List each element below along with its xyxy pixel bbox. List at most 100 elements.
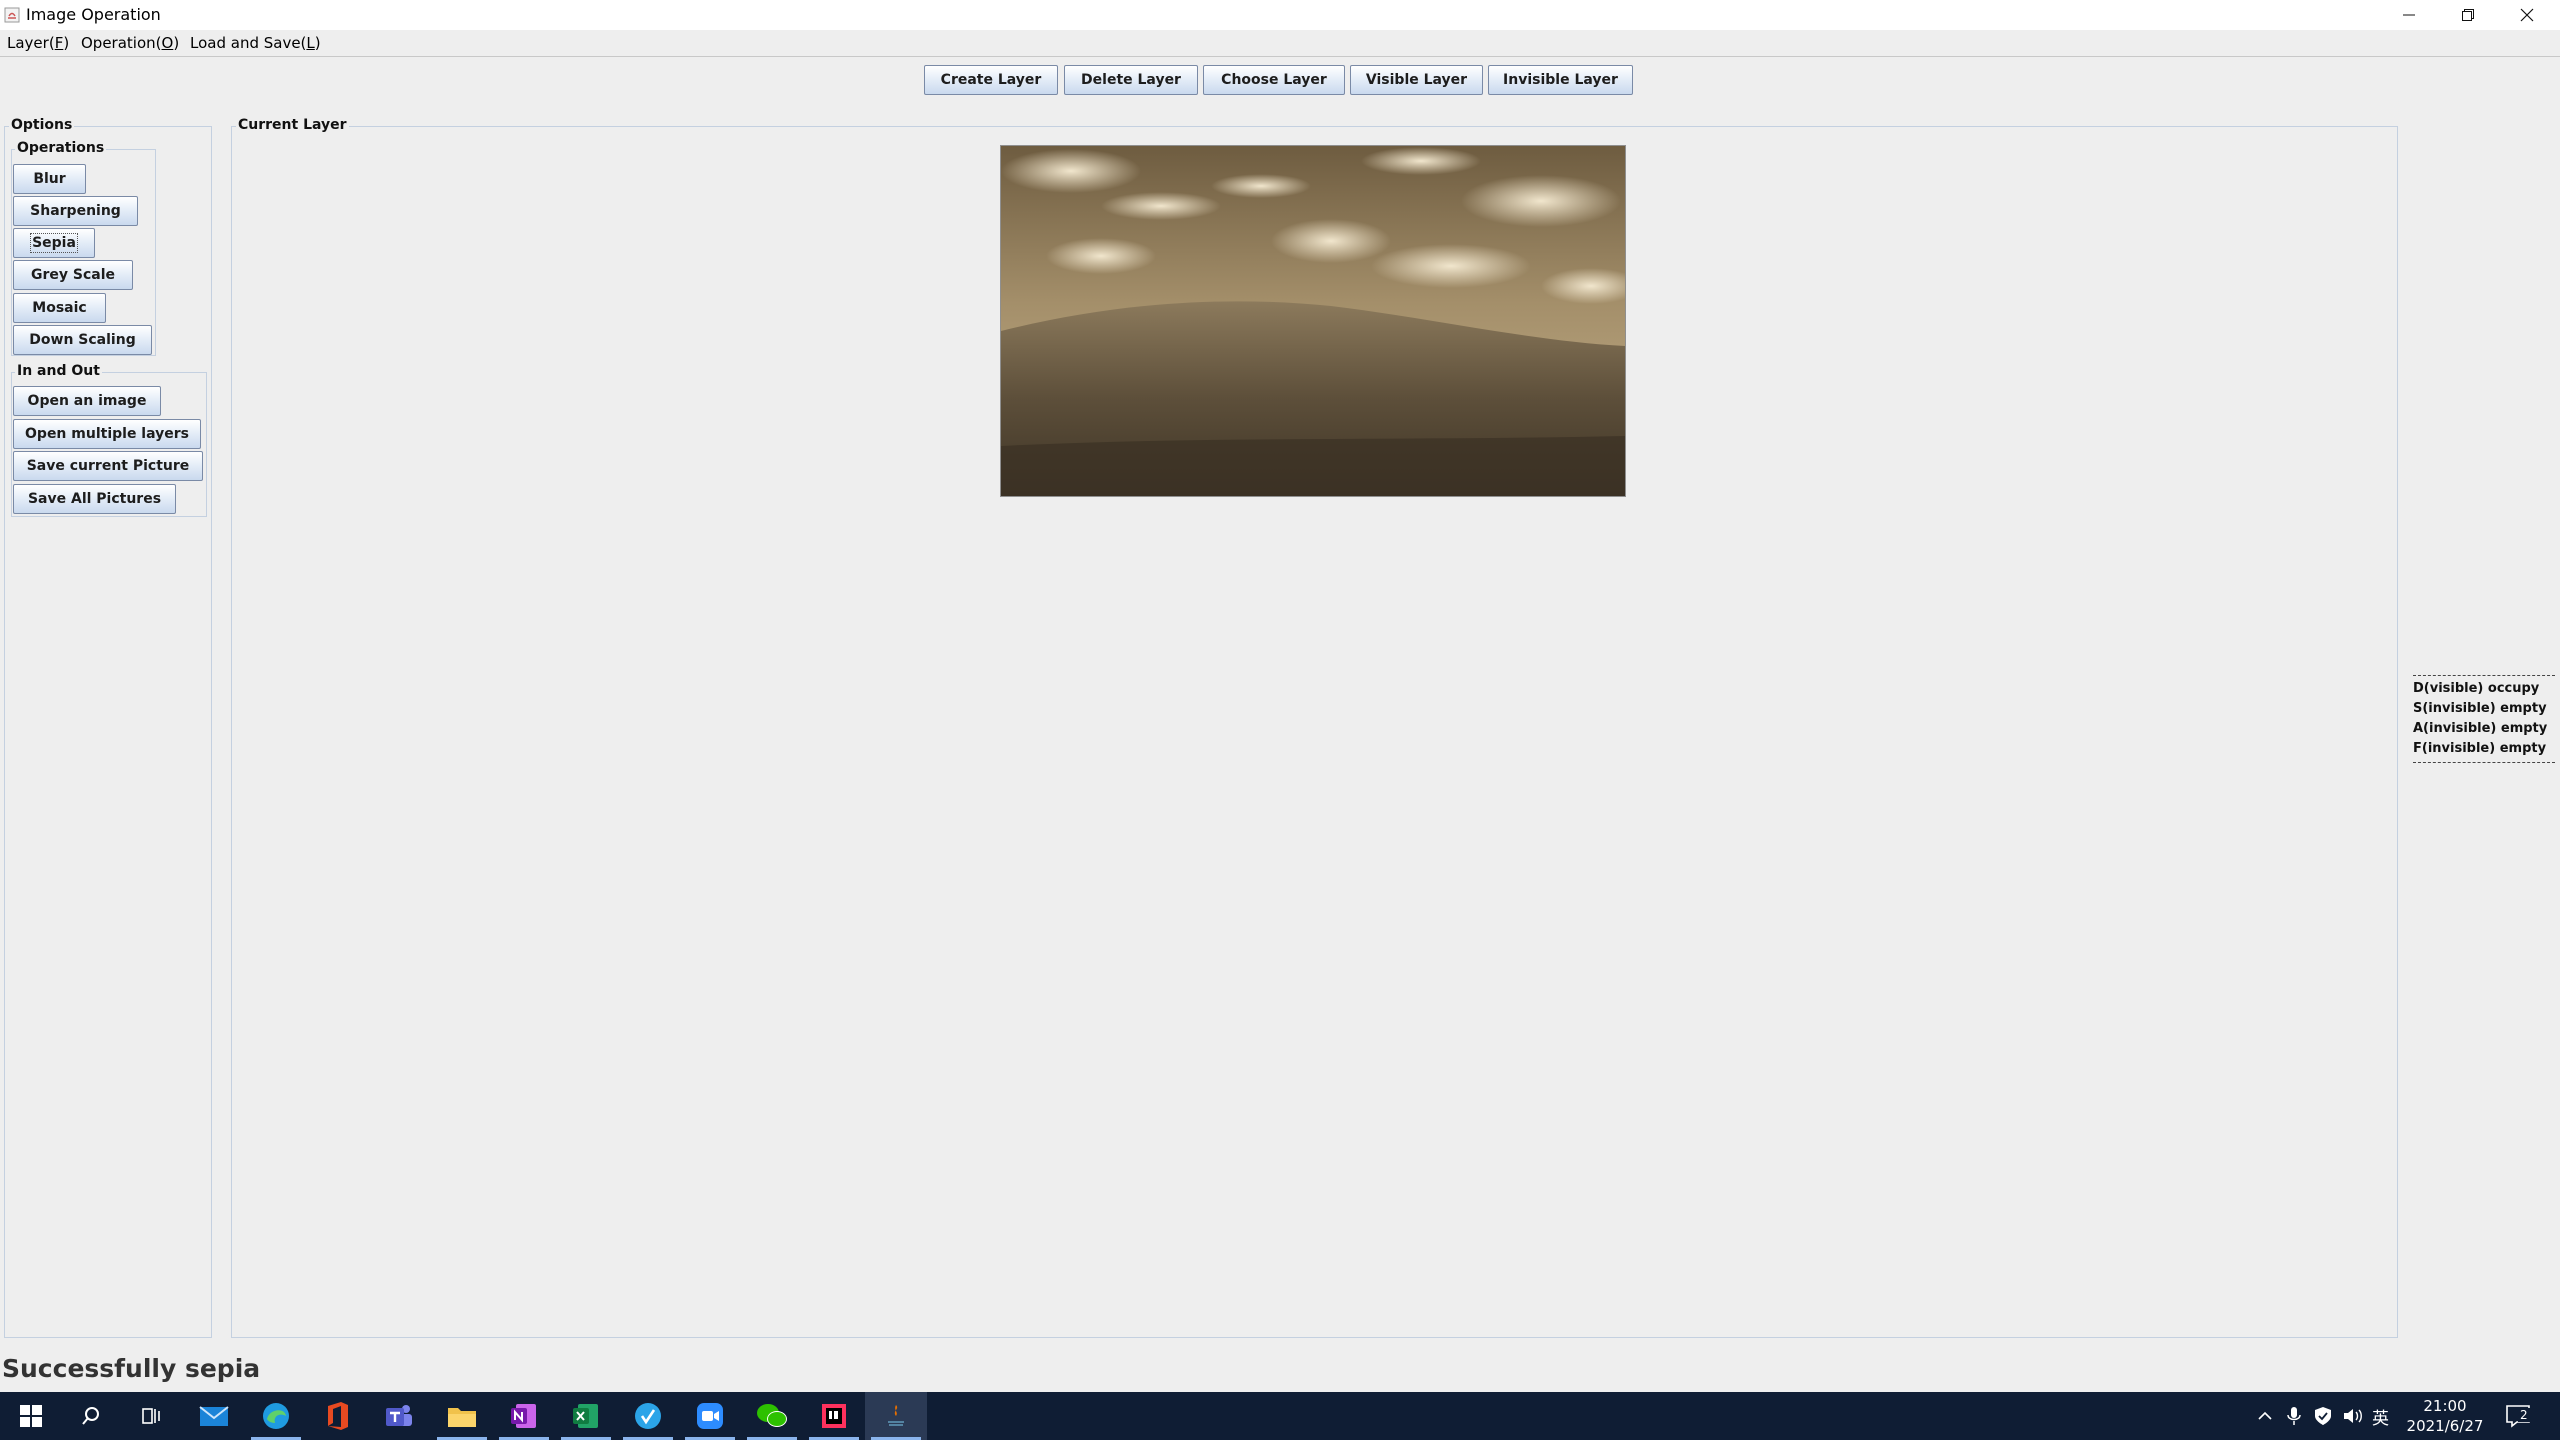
save-current-picture-label: Save current Picture [26,458,190,474]
zoom-icon [697,1403,723,1429]
close-icon [2520,8,2534,22]
layer-status-list: D(visible) occupy S(invisible) empty A(i… [2413,672,2555,766]
open-image-label: Open an image [27,393,147,409]
task-view-icon [142,1408,160,1424]
options-title: Options [9,117,75,133]
blur-label: Blur [33,171,66,187]
choose-layer-button[interactable]: Choose Layer [1203,65,1345,95]
blur-button[interactable]: Blur [13,164,86,194]
minimize-button[interactable] [2380,0,2438,30]
volume-icon[interactable] [2342,1406,2364,1426]
menu-operation-mnemonic: O [161,34,174,52]
windows-start-icon [20,1405,42,1427]
sepia-button[interactable]: Sepia [13,228,95,258]
java-app-icon [4,7,20,23]
sepia-landscape-image [1001,146,1625,496]
notification-count: 2 [2518,1408,2530,1422]
zoom-app[interactable] [679,1392,741,1440]
excel-app[interactable] [555,1392,617,1440]
save-all-pictures-button[interactable]: Save All Pictures [13,484,176,514]
open-image-button[interactable]: Open an image [13,386,161,416]
teams-icon [386,1405,412,1426]
menu-load-save[interactable]: Load and Save(L) [190,34,321,52]
grey-scale-button[interactable]: Grey Scale [13,260,133,290]
sharpening-label: Sharpening [30,203,121,219]
create-layer-button[interactable]: Create Layer [924,65,1058,95]
current-layer-title: Current Layer [236,117,349,133]
taskbar: 英 21:00 2021/6/27 2 [0,1392,2560,1440]
minimize-icon [2403,14,2415,16]
start-button[interactable] [0,1392,62,1440]
onenote-icon [511,1404,536,1428]
title-bar: Image Operation [0,0,2560,30]
menu-layer-tail: ) [63,34,70,52]
open-multiple-layers-label: Open multiple layers [25,426,189,442]
sepia-label: Sepia [30,233,78,253]
vscode-like-app[interactable] [617,1392,679,1440]
shield-icon[interactable] [2314,1406,2332,1426]
down-scaling-button[interactable]: Down Scaling [13,325,152,355]
onenote-app[interactable] [493,1392,555,1440]
notification-center[interactable]: 2 [2505,1392,2531,1440]
search-icon [82,1407,99,1425]
java-app[interactable] [865,1392,927,1440]
menu-load-save-label: Load and Save( [190,34,307,52]
operations-title: Operations [15,140,107,156]
sharpening-button[interactable]: Sharpening [13,196,138,226]
office-app[interactable] [307,1392,369,1440]
clock-date: 2021/6/27 [2406,1417,2484,1435]
window-title: Image Operation [26,5,161,24]
mail-app[interactable] [183,1392,245,1440]
menu-operation[interactable]: Operation(O) [81,34,179,52]
layer-status-f: F(invisible) empty [2413,741,2547,756]
separator-bottom [2413,762,2555,763]
chevron-up-icon[interactable] [2256,1407,2274,1425]
edge-icon [263,1403,289,1429]
delete-layer-button[interactable]: Delete Layer [1064,65,1198,95]
save-current-picture-button[interactable]: Save current Picture [13,451,203,481]
intellij-app[interactable] [803,1392,865,1440]
create-layer-label: Create Layer [940,72,1042,88]
intellij-icon [822,1404,846,1428]
edge-app[interactable] [245,1392,307,1440]
restore-button[interactable] [2439,0,2497,30]
office-icon [328,1402,348,1430]
teams-app[interactable] [368,1392,430,1440]
ime-indicator[interactable]: 英 [2372,1404,2389,1429]
restore-icon [2462,9,2474,21]
wechat-icon [757,1404,787,1427]
menu-load-save-tail: ) [314,34,321,52]
invisible-layer-button[interactable]: Invisible Layer [1488,65,1633,95]
mosaic-label: Mosaic [32,300,87,316]
grey-scale-label: Grey Scale [30,267,115,283]
menu-layer[interactable]: Layer(F) [7,34,69,52]
mail-icon [199,1406,229,1426]
microphone-icon[interactable] [2286,1406,2302,1426]
layer-image [1000,145,1626,497]
invisible-layer-label: Invisible Layer [1503,72,1618,88]
menu-operation-tail: ) [173,34,180,52]
choose-layer-label: Choose Layer [1221,72,1327,88]
layer-status-d: D(visible) occupy [2413,681,2540,696]
wechat-app[interactable] [741,1392,803,1440]
save-all-pictures-label: Save All Pictures [27,491,162,507]
layer-status-s: S(invisible) empty [2413,701,2547,716]
mosaic-button[interactable]: Mosaic [13,293,106,323]
system-tray: 英 [2256,1392,2389,1440]
task-view-button[interactable] [120,1392,182,1440]
close-button[interactable] [2498,0,2556,30]
menu-bar: Layer(F) Operation(O) Load and Save(L) [0,30,2560,57]
visible-layer-button[interactable]: Visible Layer [1350,65,1483,95]
search-button[interactable] [60,1392,122,1440]
clock-time: 21:00 [2423,1397,2467,1415]
folder-icon [448,1408,476,1427]
status-message: Successfully sepia [2,1354,261,1383]
visible-layer-label: Visible Layer [1365,72,1468,88]
clock[interactable]: 21:00 2021/6/27 [2400,1396,2490,1436]
check-app-icon [635,1403,661,1429]
menu-operation-label: Operation( [81,34,162,52]
java-icon [888,1405,904,1426]
delete-layer-label: Delete Layer [1081,72,1181,88]
file-explorer-app[interactable] [431,1392,493,1440]
open-multiple-layers-button[interactable]: Open multiple layers [13,419,201,449]
